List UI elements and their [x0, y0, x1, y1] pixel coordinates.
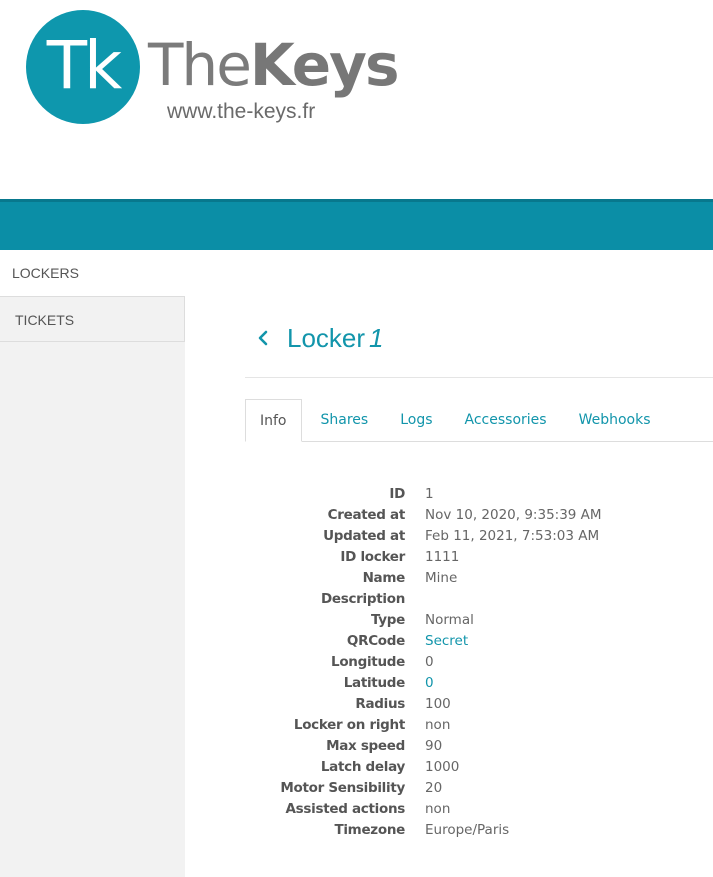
- tab-webhooks[interactable]: Webhooks: [563, 399, 667, 441]
- info-row-name: Name Mine: [245, 568, 713, 589]
- info-value: 1000: [425, 759, 460, 775]
- page: Tk TheKeys www.the-keys.fr LOCKERS TICKE…: [0, 0, 713, 877]
- info-row-id: ID 1: [245, 484, 713, 505]
- info-value: Nov 10, 2020, 9:35:39 AM: [425, 507, 602, 523]
- info-value: 90: [425, 738, 443, 754]
- info-key: ID locker: [340, 549, 405, 565]
- info-key: Timezone: [334, 822, 405, 838]
- info-key: Description: [320, 591, 405, 607]
- info-value: non: [425, 717, 451, 733]
- sidebar-item-label: TICKETS: [15, 312, 75, 328]
- info-row-latch-delay: Latch delay 1000: [245, 757, 713, 778]
- brand-logo[interactable]: Tk TheKeys www.the-keys.fr: [26, 10, 426, 130]
- info-key: Motor Sensibility: [280, 780, 405, 796]
- info-value: Mine: [425, 570, 458, 586]
- info-key: Name: [362, 570, 406, 586]
- tab-logs[interactable]: Logs: [384, 399, 448, 441]
- page-header: Locker 1: [245, 320, 713, 356]
- info-key: Max speed: [326, 738, 405, 754]
- info-row-assisted-actions: Assisted actions non: [245, 799, 713, 820]
- title-divider: [245, 377, 713, 378]
- header-bar: [0, 199, 713, 250]
- qrcode-link[interactable]: Secret: [425, 631, 468, 652]
- info-row-motor-sensibility: Motor Sensibility 20: [245, 778, 713, 799]
- info-value: 0: [425, 654, 434, 670]
- info-row-longitude: Longitude 0: [245, 652, 713, 673]
- info-row-locker-on-right: Locker on right non: [245, 715, 713, 736]
- info-key: Updated at: [323, 528, 405, 544]
- info-value: 20: [425, 780, 443, 796]
- info-row-type: Type Normal: [245, 610, 713, 631]
- sidebar-item-tickets[interactable]: TICKETS: [0, 296, 185, 342]
- info-key: QRCode: [346, 633, 405, 649]
- info-key: Type: [370, 612, 405, 628]
- page-title-prefix: Locker: [287, 322, 366, 353]
- tab-accessories[interactable]: Accessories: [449, 399, 563, 441]
- logo-word-thin: The: [148, 31, 252, 99]
- info-key: Radius: [355, 696, 405, 712]
- logo-url: www.the-keys.fr: [167, 100, 316, 123]
- latitude-link[interactable]: 0: [425, 673, 434, 694]
- info-value: 1: [425, 486, 434, 502]
- info-key: Locker on right: [293, 717, 405, 733]
- page-title: Locker 1: [287, 323, 384, 354]
- logo-wordmark: TheKeys: [148, 31, 400, 99]
- logo-monogram: Tk: [46, 27, 123, 104]
- sidebar: LOCKERS TICKETS: [0, 250, 185, 877]
- logo-word-bold: Keys: [249, 31, 400, 99]
- chevron-left-icon[interactable]: [248, 323, 278, 353]
- info-value: Normal: [425, 612, 474, 628]
- tab-info[interactable]: Info: [245, 399, 302, 442]
- info-row-latitude: Latitude 0: [245, 673, 713, 694]
- tab-shares[interactable]: Shares: [305, 399, 385, 441]
- info-key: Longitude: [331, 654, 405, 670]
- info-key: Assisted actions: [285, 801, 406, 817]
- info-row-max-speed: Max speed 90: [245, 736, 713, 757]
- info-value: 1111: [425, 549, 460, 565]
- info-row-updated-at: Updated at Feb 11, 2021, 7:53:03 AM: [245, 526, 713, 547]
- locker-info-list: ID 1 Created at Nov 10, 2020, 9:35:39 AM…: [245, 484, 713, 841]
- info-key: Created at: [327, 507, 406, 523]
- info-value: Feb 11, 2021, 7:53:03 AM: [425, 528, 600, 544]
- sidebar-item-label: LOCKERS: [12, 265, 79, 281]
- info-row-id-locker: ID locker 1111: [245, 547, 713, 568]
- info-row-radius: Radius 100: [245, 694, 713, 715]
- sidebar-item-lockers[interactable]: LOCKERS: [0, 250, 185, 296]
- tab-bar: Info Shares Logs Accessories Webhooks: [245, 399, 713, 442]
- info-row-qrcode: QRCode Secret: [245, 631, 713, 652]
- info-row-description: Description: [245, 589, 713, 610]
- info-row-created-at: Created at Nov 10, 2020, 9:35:39 AM: [245, 505, 713, 526]
- info-value: non: [425, 801, 451, 817]
- info-value: 100: [425, 696, 451, 712]
- info-row-timezone: Timezone Europe/Paris: [245, 820, 713, 841]
- page-title-id: 1: [369, 322, 384, 353]
- info-value: Europe/Paris: [425, 822, 510, 838]
- info-key: Latitude: [343, 675, 406, 691]
- info-key: Latch delay: [320, 759, 405, 775]
- info-key: ID: [389, 486, 405, 502]
